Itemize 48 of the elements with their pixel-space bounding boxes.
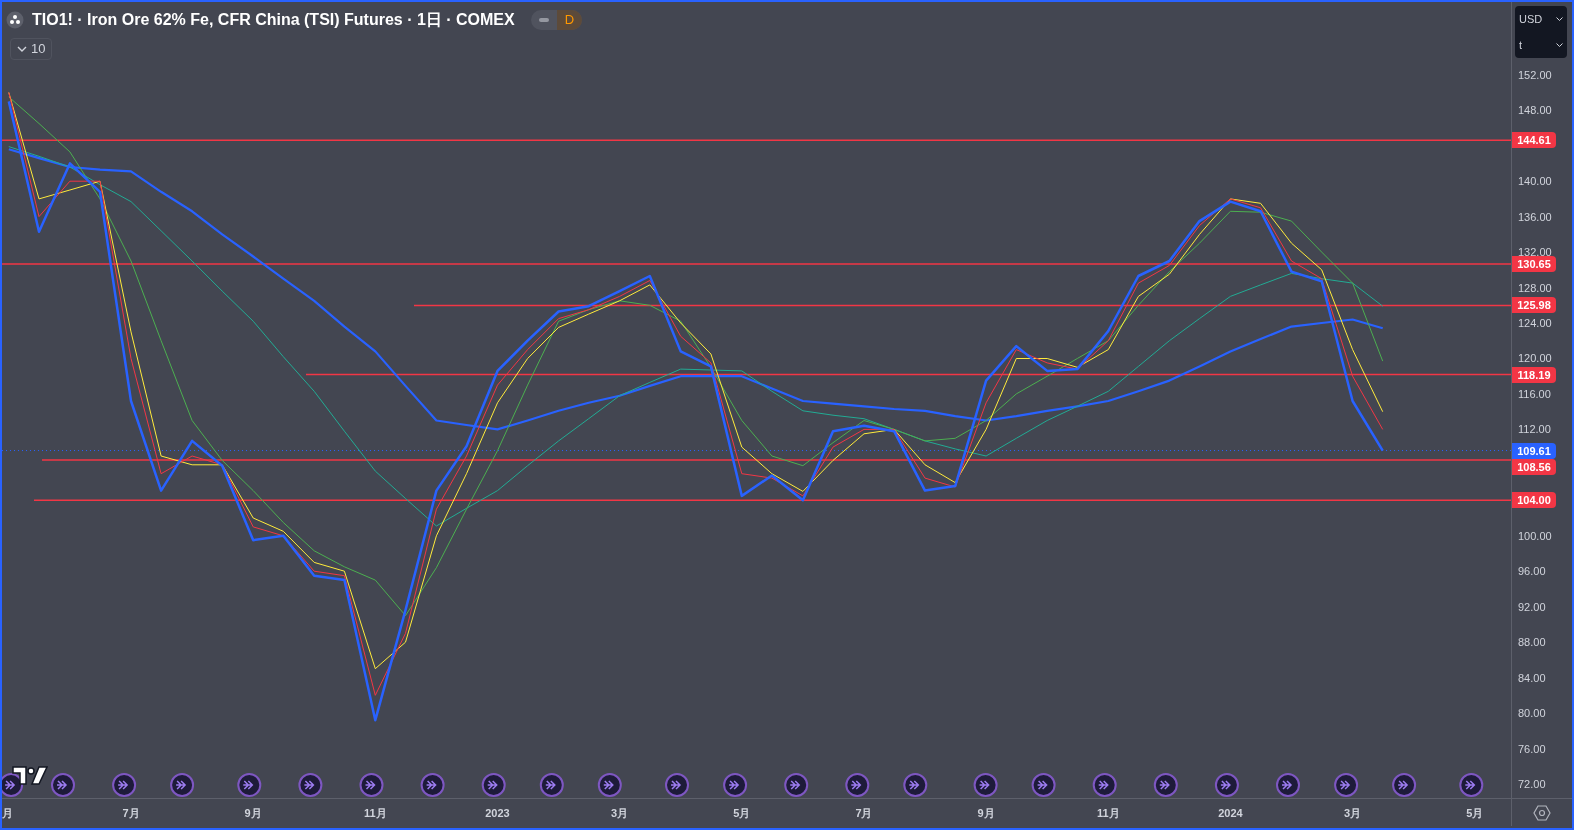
level-price-label: 144.61: [1512, 132, 1556, 149]
price-tick-label: 88.00: [1518, 635, 1546, 651]
price-tick-label: 148.00: [1518, 103, 1552, 119]
time-tick-label: 11月: [364, 806, 387, 821]
time-tick-label: 2023: [485, 806, 510, 821]
time-tick-label: 月: [2, 806, 13, 821]
price-tick-label: 84.00: [1518, 670, 1546, 686]
time-tick-label: 3月: [1344, 806, 1362, 821]
price-tick-label: 120.00: [1518, 351, 1552, 367]
level-price-label: 130.65: [1512, 256, 1556, 273]
time-tick-label: 9月: [244, 806, 262, 821]
price-tick-label: 140.00: [1518, 174, 1552, 190]
time-tick-label: 7月: [855, 806, 873, 821]
time-tick-label: 11月: [1096, 806, 1120, 821]
minus-icon: [538, 18, 549, 22]
symbol-icon[interactable]: [6, 11, 24, 29]
status-badge: D: [556, 10, 583, 30]
unit-dropdown[interactable]: t: [1519, 36, 1563, 54]
time-tick-label: 5月: [733, 806, 751, 821]
price-tick-label: 100.00: [1518, 528, 1552, 544]
level-price-label: 104.00: [1512, 492, 1556, 509]
time-tick-label: 3月: [611, 806, 629, 821]
price-tick-label: 72.00: [1518, 777, 1546, 792]
current-price-label: 109.61: [1512, 442, 1556, 459]
price-tick-label: 116.00: [1518, 386, 1551, 402]
level-price-label: 118.19: [1512, 366, 1556, 383]
price-tick-label: 152.00: [1518, 67, 1552, 83]
settings-icon[interactable]: [1533, 804, 1551, 821]
level-price-label: 125.98: [1512, 297, 1556, 314]
currency-dropdown[interactable]: USD: [1519, 10, 1563, 28]
time-tick-label: 7月: [122, 806, 140, 821]
price-tick-label: 124.00: [1518, 316, 1552, 331]
price-tick-label: 76.00: [1518, 741, 1546, 757]
symbol-title: TIO1! · Iron Ore 62% Fe, CFR China (TSI) Futures · 1日 · COMEX: [32, 10, 515, 30]
price-tick-label: 96.00: [1518, 564, 1546, 580]
price-tick-label: 136.00: [1518, 209, 1552, 225]
chevron-down-icon: [1556, 43, 1563, 47]
time-tick-label: 2024: [1218, 806, 1243, 821]
chevron-down-icon: [1556, 17, 1563, 21]
time-tick-label: 9月: [977, 806, 995, 821]
indicators-toggle[interactable]: 10: [10, 38, 53, 60]
price-tick-label: 128.00: [1518, 280, 1552, 296]
logo-icon: [12, 766, 48, 786]
chevron-down-icon: [17, 46, 27, 52]
price-tick-label: 80.00: [1518, 706, 1546, 722]
time-tick-label: 5月: [1466, 806, 1484, 821]
price-tick-label: 112.00: [1518, 422, 1551, 438]
price-tick-label: 92.00: [1518, 599, 1546, 615]
